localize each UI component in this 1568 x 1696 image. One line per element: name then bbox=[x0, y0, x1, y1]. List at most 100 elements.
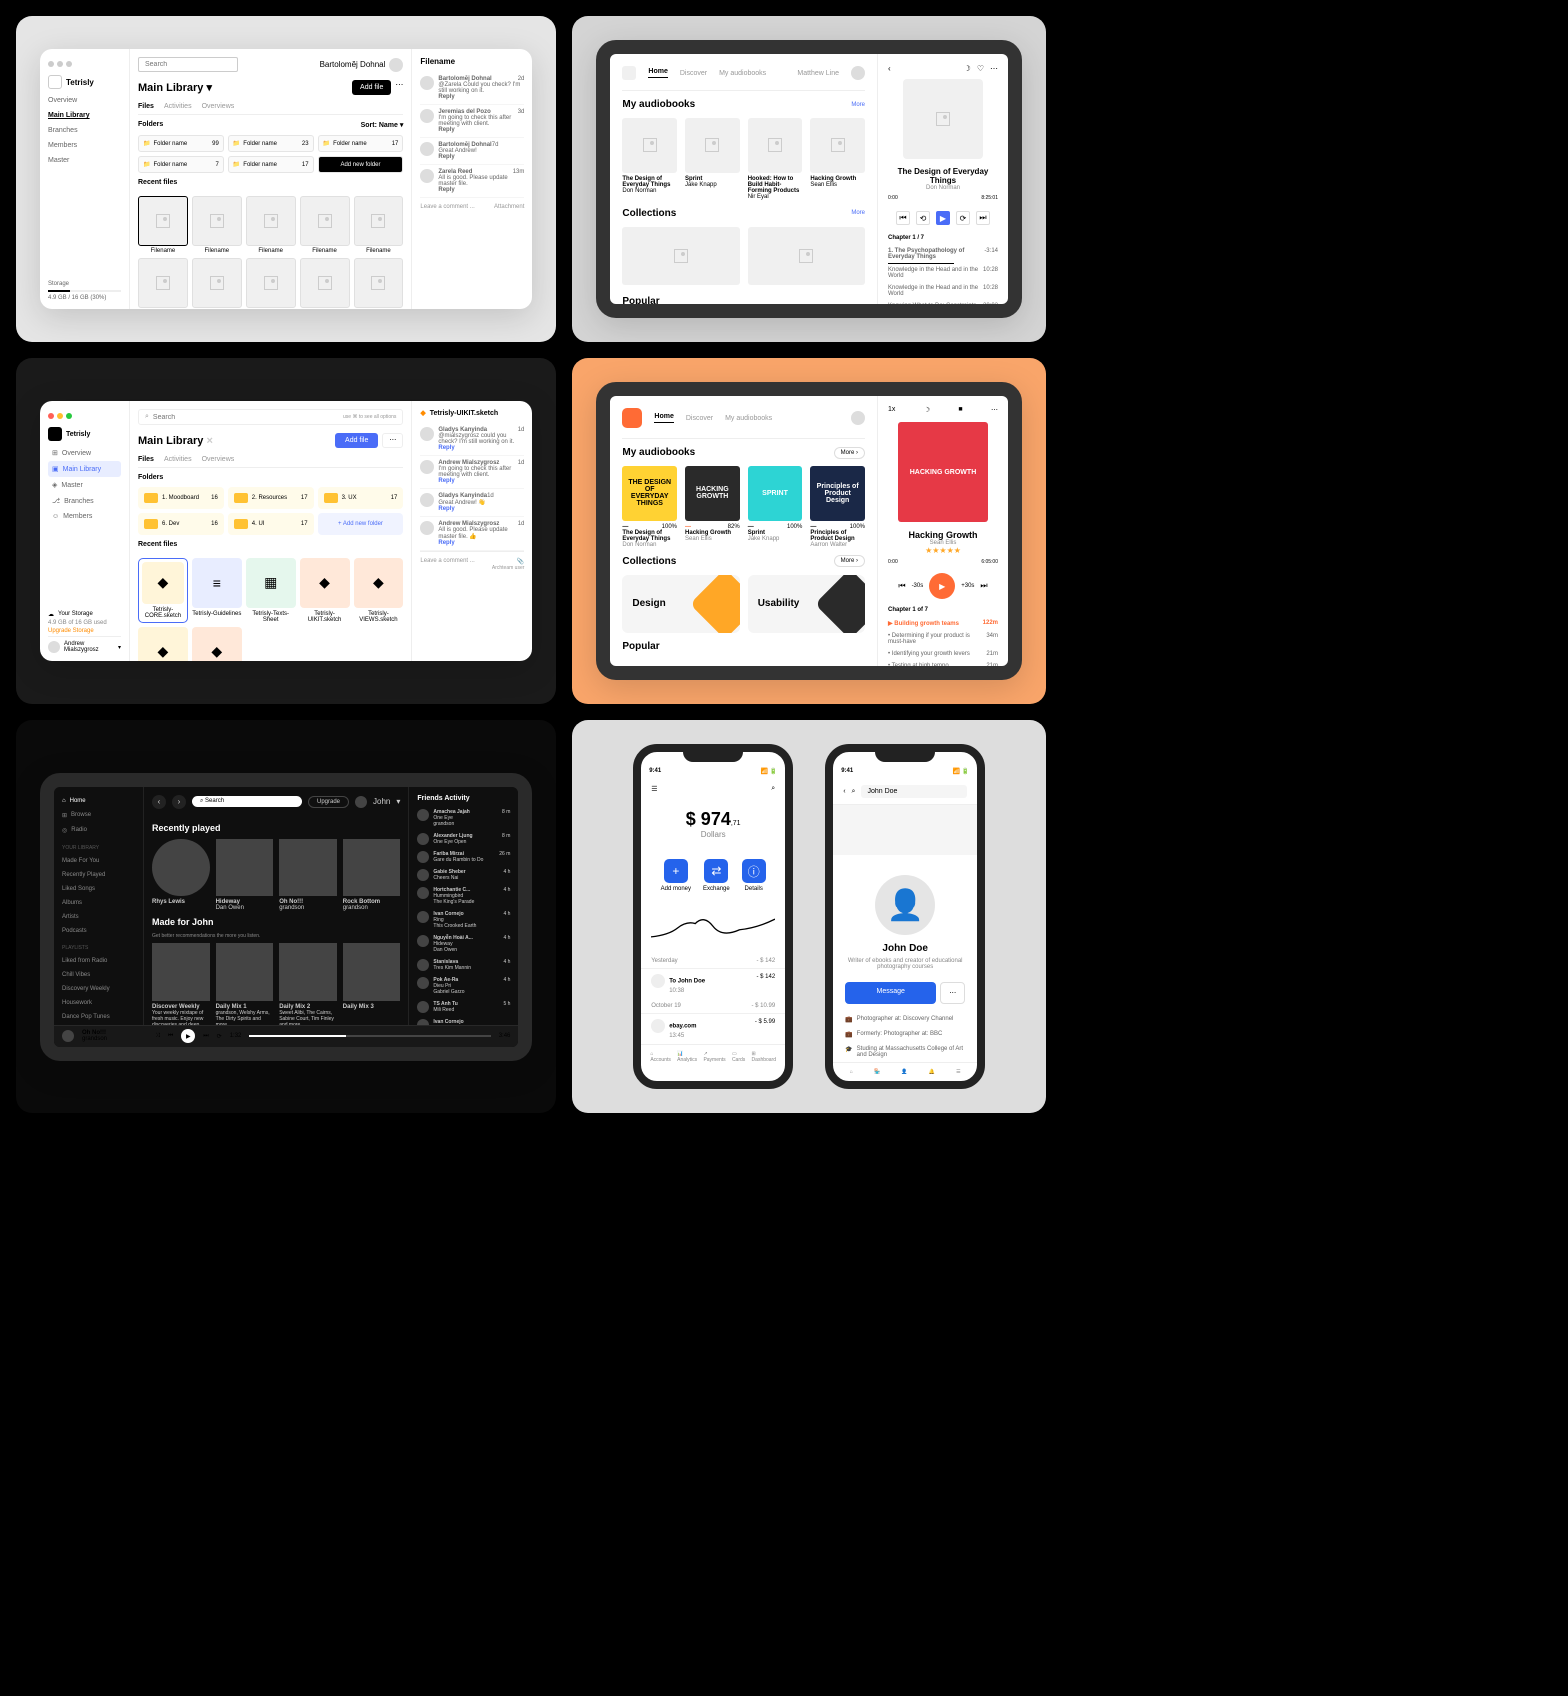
search-input[interactable] bbox=[153, 414, 339, 421]
file-item[interactable]: Filename bbox=[354, 258, 404, 309]
file-item[interactable]: Filename bbox=[246, 196, 296, 254]
file-item[interactable]: Filename bbox=[192, 258, 242, 309]
details-button[interactable]: ⓘDetails bbox=[742, 859, 766, 892]
upgrade-link[interactable]: Upgrade Storage bbox=[48, 626, 121, 636]
friend-item[interactable]: Nguyễn Hoài A...HidewayDan Owen4 h bbox=[417, 932, 510, 956]
message-button[interactable]: Message bbox=[845, 982, 936, 1004]
leave-comment[interactable]: Leave a comment ... bbox=[420, 204, 474, 210]
more-link[interactable]: More bbox=[851, 102, 865, 108]
friend-item[interactable]: Ivan CornejoRingThis Crooked Earth4 h bbox=[417, 908, 510, 932]
file-item[interactable]: ≡Tetrisly-Guidelines bbox=[192, 558, 242, 623]
book-card[interactable]: SprintJake Knapp bbox=[685, 118, 740, 200]
nav-branches[interactable]: ⎇Branches bbox=[48, 493, 121, 509]
reply-link[interactable]: Reply bbox=[438, 478, 454, 484]
reply-link[interactable]: Reply bbox=[438, 445, 454, 451]
music-card[interactable]: Oh No!!!grandson bbox=[279, 839, 337, 912]
collection-card[interactable]: Design bbox=[622, 575, 739, 634]
avatar[interactable] bbox=[851, 66, 865, 80]
chapter-item[interactable]: • Determining if your product is must-ha… bbox=[888, 630, 998, 648]
back-icon[interactable]: ‹ bbox=[843, 788, 845, 795]
nav-lib-item[interactable]: Podcasts bbox=[62, 925, 135, 937]
nav-lib-item[interactable]: Albums bbox=[62, 897, 135, 909]
more-icon[interactable]: ⋯ bbox=[382, 433, 403, 448]
nav-main-library[interactable]: ▣Main Library bbox=[48, 461, 121, 477]
nav-main-library[interactable]: Main Library bbox=[48, 108, 121, 123]
nav-radio[interactable]: ◎ Radio bbox=[62, 824, 135, 837]
more-icon[interactable]: ⋯ bbox=[395, 80, 403, 95]
nav-home[interactable]: Home bbox=[648, 68, 667, 78]
nav-master[interactable]: ◈Master bbox=[48, 477, 121, 493]
chapter-item[interactable]: ▶ Building growth teams122m bbox=[888, 617, 998, 630]
add-money-button[interactable]: +Add money bbox=[661, 859, 691, 892]
nav-lib-item[interactable]: Artists bbox=[62, 911, 135, 923]
book-card[interactable]: THE DESIGN OF EVERYDAY THINGS—100%The De… bbox=[622, 466, 677, 548]
folder[interactable]: 3. UX17 bbox=[318, 487, 404, 509]
nav-home[interactable]: Home bbox=[654, 413, 673, 423]
mix-card[interactable]: Discover WeeklyYour weekly mixtape of fr… bbox=[152, 943, 210, 1034]
user-menu[interactable]: Andrew Mialszygrosz ▾ bbox=[48, 636, 121, 653]
transaction-row[interactable]: ebay.com13:45- $ 5.99 bbox=[641, 1013, 785, 1044]
nav-members[interactable]: Members bbox=[48, 138, 121, 153]
avatar[interactable] bbox=[355, 796, 367, 808]
nav-discover[interactable]: Discover bbox=[686, 415, 713, 422]
nav-lib-item[interactable]: Liked Songs bbox=[62, 883, 135, 895]
sort-dropdown[interactable]: Sort: Name ▾ bbox=[361, 115, 404, 135]
folder[interactable]: 📁 Folder name7 bbox=[138, 156, 224, 173]
tab-payments[interactable]: ↗Payments bbox=[703, 1051, 725, 1063]
nav-overview[interactable]: ⊞Overview bbox=[48, 445, 121, 461]
playlist-item[interactable]: Housework bbox=[62, 997, 135, 1009]
bookmark-icon[interactable]: ♡ bbox=[977, 64, 984, 73]
folder[interactable]: 1. Moodboard16 bbox=[138, 487, 224, 509]
nav-overview[interactable]: Overview bbox=[48, 93, 121, 108]
file-item[interactable]: ◆Tetrisly-UIKIT.sketch bbox=[300, 558, 350, 623]
more-link[interactable]: More bbox=[851, 210, 865, 216]
avatar[interactable] bbox=[851, 411, 865, 425]
mix-card[interactable]: Daily Mix 1grandson, Welshy Arms, The Di… bbox=[216, 943, 274, 1034]
friend-item[interactable]: Fariba MirzaiGare du Rambin to Do26 m bbox=[417, 848, 510, 866]
mix-card[interactable]: Daily Mix 2Sweet Alibi, The Cairns, Sabi… bbox=[279, 943, 337, 1034]
moon-icon[interactable]: ☽ bbox=[924, 406, 930, 414]
book-card[interactable]: Hacking GrowthSean Ellis bbox=[810, 118, 865, 200]
nav-lib-item[interactable]: Made For You bbox=[62, 855, 135, 867]
shuffle-icon[interactable]: ⤨ bbox=[155, 1033, 160, 1040]
nav-master[interactable]: Master bbox=[48, 153, 121, 168]
play-icon[interactable]: ▶ bbox=[181, 1029, 195, 1043]
file-item[interactable]: Filename bbox=[138, 258, 188, 309]
friend-item[interactable]: Alexander LjungOne Eye Open8 m bbox=[417, 830, 510, 848]
more-button[interactable]: More › bbox=[834, 447, 865, 459]
add-folder-button[interactable]: Add new folder bbox=[318, 156, 404, 173]
repeat-icon[interactable]: ⟳ bbox=[217, 1033, 222, 1040]
file-item[interactable]: Filename bbox=[246, 258, 296, 309]
friend-item[interactable]: Gabie SheberCheers Nai4 h bbox=[417, 866, 510, 884]
chapter-item[interactable]: Knowledge in the Head and in the World10… bbox=[888, 264, 998, 282]
folder[interactable]: 📁 Folder name17 bbox=[318, 135, 404, 152]
chapter-item[interactable]: • Testing at high tempo21m bbox=[888, 660, 998, 672]
window-controls[interactable] bbox=[48, 409, 121, 423]
rewind-button[interactable]: ⟲ bbox=[916, 211, 930, 225]
add-file-button[interactable]: Add file bbox=[352, 80, 391, 95]
playlist-item[interactable]: Dance Pop Tunes bbox=[62, 1011, 135, 1023]
tab-accounts[interactable]: ⌂Accounts bbox=[650, 1051, 671, 1063]
chapter-item[interactable]: 1. The Psychopathology of Everyday Thing… bbox=[888, 245, 998, 263]
reply-link[interactable]: Reply bbox=[438, 540, 454, 546]
tab-profile[interactable]: 👤 bbox=[901, 1069, 907, 1075]
forward-button[interactable]: › bbox=[172, 795, 186, 809]
chapter-item[interactable]: • Identifying your growth levers21m bbox=[888, 648, 998, 660]
attachment-link[interactable]: Attachment bbox=[494, 204, 524, 210]
search-input[interactable]: ⌕ Search bbox=[192, 796, 302, 807]
friend-item[interactable]: StanislavaTres Kim Mannin4 h bbox=[417, 956, 510, 974]
attach-icon[interactable]: 📎 bbox=[517, 558, 524, 565]
forward-button[interactable]: +30s bbox=[961, 583, 974, 589]
next-icon[interactable]: ⏭ bbox=[203, 1033, 208, 1040]
moon-icon[interactable]: ☽ bbox=[964, 64, 971, 73]
bookmark-icon[interactable]: ■ bbox=[958, 406, 962, 414]
music-card[interactable]: Rock Bottomgrandson bbox=[343, 839, 401, 912]
next-button[interactable]: ⏭ bbox=[976, 211, 990, 225]
nav-branches[interactable]: Branches bbox=[48, 123, 121, 138]
avatar[interactable] bbox=[389, 58, 403, 72]
more-button[interactable]: ⋯ bbox=[940, 982, 965, 1004]
tabs[interactable]: Files Activities Overviews bbox=[138, 103, 403, 115]
nav-audiobooks[interactable]: My audiobooks bbox=[719, 70, 766, 77]
folder[interactable]: 6. Dev16 bbox=[138, 513, 224, 535]
play-button[interactable]: ▶ bbox=[929, 573, 955, 599]
